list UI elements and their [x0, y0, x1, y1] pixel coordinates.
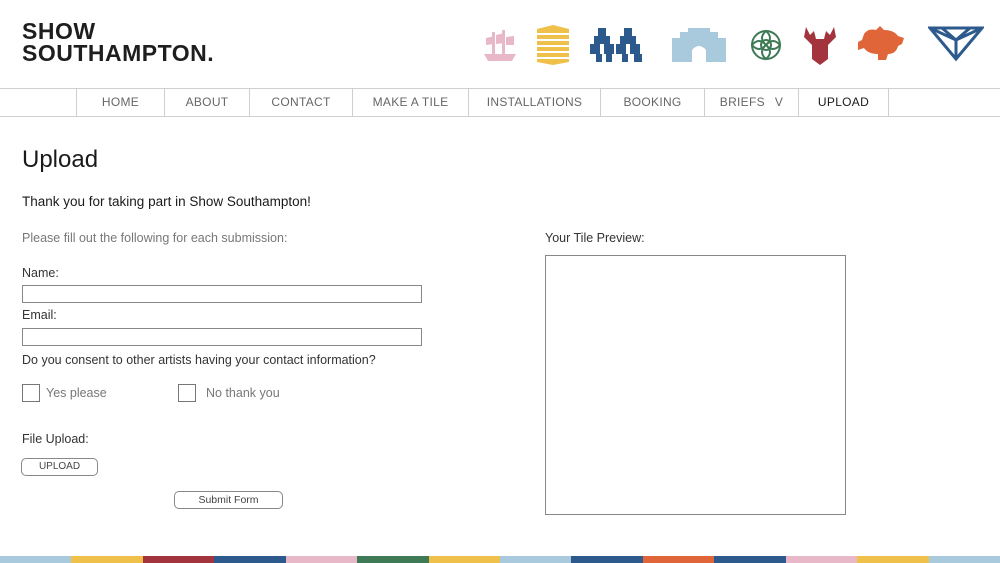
triangle-icon [928, 26, 984, 62]
nav-briefs[interactable]: BRIEFS V [704, 89, 798, 116]
nav-installations[interactable]: INSTALLATIONS [468, 89, 600, 116]
nav-upload[interactable]: UPLOAD [798, 89, 889, 116]
footer-tile [571, 556, 644, 563]
email-label: Email: [22, 308, 57, 322]
bargate-icon [672, 28, 726, 62]
footer-tile [714, 556, 787, 563]
footer-tile [357, 556, 430, 563]
consent-no-label[interactable]: No thank you [206, 386, 280, 400]
nav-booking[interactable]: BOOKING [600, 89, 704, 116]
nav-make-a-tile[interactable]: MAKE A TILE [352, 89, 468, 116]
stacked-bars-icon [537, 25, 569, 65]
footer-tile [214, 556, 287, 563]
rose-icon [750, 29, 782, 61]
email-field[interactable] [22, 328, 422, 346]
tile-preview-box [545, 255, 846, 515]
footer-tile-strip [0, 556, 1000, 563]
upload-button[interactable]: UPLOAD [21, 458, 98, 476]
footer-tile [785, 556, 858, 563]
nav-about[interactable]: ABOUT [164, 89, 249, 116]
turtle-icon [858, 26, 904, 60]
nav-home[interactable]: HOME [76, 89, 164, 116]
consent-no-checkbox[interactable] [178, 384, 196, 402]
footer-tile [500, 556, 572, 563]
file-upload-label: File Upload: [22, 432, 89, 446]
figures-icon [590, 28, 642, 62]
stag-icon [804, 27, 836, 65]
submit-form-button[interactable]: Submit Form [174, 491, 283, 509]
ship-icon [484, 30, 516, 61]
chevron-down-icon: V [774, 95, 784, 109]
page-title: Upload [22, 146, 99, 173]
footer-tile [71, 556, 144, 563]
name-label: Name: [22, 266, 59, 280]
tile-preview-label: Your Tile Preview: [545, 231, 645, 245]
footer-tile [428, 556, 501, 563]
nav-briefs-label: BRIEFS [719, 95, 765, 109]
consent-question: Do you consent to other artists having y… [22, 353, 376, 367]
footer-tile [142, 556, 215, 563]
consent-yes-label[interactable]: Yes please [46, 386, 107, 400]
footer-tile [928, 556, 1000, 563]
nav-contact[interactable]: CONTACT [249, 89, 352, 116]
instructions-text: Please fill out the following for each s… [22, 231, 288, 245]
main-nav: HOME ABOUT CONTACT MAKE A TILE INSTALLAT… [0, 88, 1000, 117]
consent-yes-checkbox[interactable] [22, 384, 40, 402]
header-icon-row [0, 20, 1000, 70]
footer-tile [0, 556, 72, 563]
name-field[interactable] [22, 285, 422, 303]
thank-you-message: Thank you for taking part in Show Southa… [22, 194, 311, 209]
footer-tile [285, 556, 358, 563]
footer-tile [857, 556, 930, 563]
footer-tile [642, 556, 715, 563]
